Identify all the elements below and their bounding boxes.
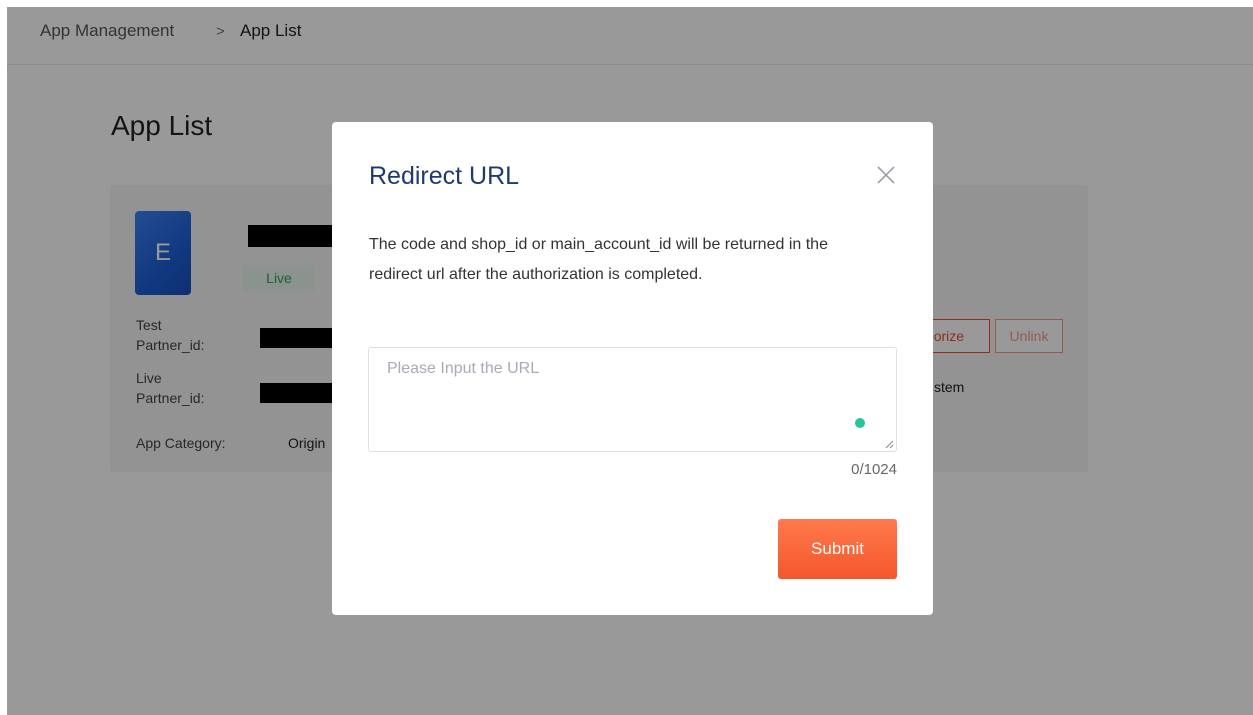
submit-button[interactable]: Submit [778,519,897,579]
close-icon[interactable] [875,164,897,186]
redirect-url-input[interactable] [369,348,896,451]
character-counter: 0/1024 [851,461,897,478]
redirect-url-dialog: Redirect URL The code and shop_id or mai… [332,122,933,615]
resize-handle-icon[interactable] [884,439,894,449]
redirect-url-field [368,347,897,452]
status-dot-icon [855,418,865,428]
dialog-description: The code and shop_id or main_account_id … [369,236,828,283]
app-frame: App Management > App List App List E Liv… [7,7,1253,715]
dialog-title: Redirect URL [369,162,520,190]
